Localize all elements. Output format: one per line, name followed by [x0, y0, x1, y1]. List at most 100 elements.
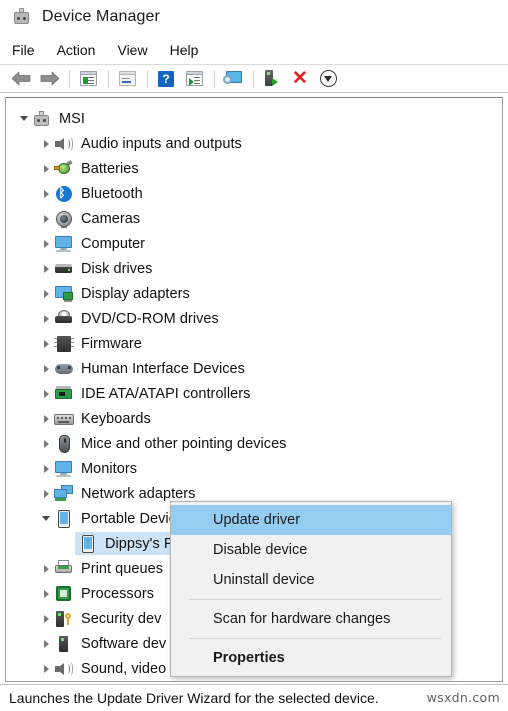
expand-chevron-down-icon[interactable] [16, 106, 32, 131]
expand-chevron-right-icon[interactable] [38, 156, 54, 181]
forward-arrow-icon [40, 71, 59, 86]
expand-chevron-right-icon[interactable] [38, 556, 54, 581]
expand-chevron-right-icon[interactable] [38, 431, 54, 456]
menu-item-action[interactable]: Action [57, 40, 107, 60]
uninstall-device-button[interactable]: ✕ [287, 67, 313, 91]
portable-device-icon [54, 509, 74, 528]
tree-item-bluetooth[interactable]: ᛒ Bluetooth [6, 181, 502, 206]
expand-chevron-right-icon[interactable] [38, 456, 54, 481]
expand-chevron-down-icon[interactable] [38, 506, 54, 531]
scan-hardware-changes-button[interactable] [220, 67, 246, 91]
context-menu-item-properties[interactable]: Properties [171, 643, 451, 673]
mouse-icon [54, 434, 74, 453]
sound-video-icon [54, 660, 74, 678]
context-menu-separator [189, 638, 441, 639]
tree-item-label: Audio inputs and outputs [81, 135, 242, 152]
security-device-icon [54, 610, 74, 628]
tree-item-ide-ata-atapi-controllers[interactable]: IDE ATA/ATAPI controllers [6, 381, 502, 406]
device-manager-icon [12, 8, 32, 26]
device-manager-window: Device Manager File Action View Help ? ✕… [0, 0, 508, 711]
expand-chevron-right-icon[interactable] [38, 206, 54, 231]
tree-item-dvd-cd-rom-drives[interactable]: DVD/CD-ROM drives [6, 306, 502, 331]
expand-chevron-right-icon[interactable] [38, 656, 54, 681]
toolbar: ? ✕ [0, 64, 508, 93]
speaker-icon [54, 135, 74, 153]
context-menu-item-scan-for-hardware-changes[interactable]: Scan for hardware changes [171, 604, 451, 634]
update-driver-icon [185, 71, 203, 86]
disk-drive-icon [54, 260, 74, 278]
tree-item-label: MSI [59, 110, 85, 127]
add-legacy-hardware-button[interactable] [259, 67, 285, 91]
tree-item-label: Sound, video [81, 660, 167, 677]
context-menu-label: Uninstall device [213, 572, 315, 588]
tree-item-label: Bluetooth [81, 185, 143, 202]
help-button[interactable]: ? [153, 67, 179, 91]
tree-item-msi[interactable]: MSI [6, 106, 502, 131]
context-menu-label: Update driver [213, 512, 301, 528]
disable-device-button[interactable] [315, 67, 341, 91]
expand-chevron-right-icon[interactable] [38, 631, 54, 656]
tree-item-cameras[interactable]: Cameras [6, 206, 502, 231]
tree-item-audio-inputs-and-outputs[interactable]: Audio inputs and outputs [6, 131, 502, 156]
show-hide-console-tree-button[interactable] [75, 67, 101, 91]
expand-chevron-right-icon[interactable] [38, 381, 54, 406]
console-tree-icon [79, 71, 97, 86]
tree-item-firmware[interactable]: Firmware [6, 331, 502, 356]
tree-item-disk-drives[interactable]: Disk drives [6, 256, 502, 281]
bluetooth-icon: ᛒ [54, 185, 74, 203]
tree-item-label: Monitors [81, 460, 137, 477]
menu-item-view[interactable]: View [117, 40, 158, 60]
display-adapter-icon [54, 285, 74, 303]
expand-chevron-right-icon[interactable] [38, 481, 54, 506]
expand-chevron-right-icon[interactable] [38, 281, 54, 306]
tree-item-display-adapters[interactable]: Display adapters [6, 281, 502, 306]
software-device-icon [54, 635, 74, 653]
tree-item-human-interface-devices[interactable]: Human Interface Devices [6, 356, 502, 381]
tree-item-label: Firmware [81, 335, 142, 352]
tree-item-label: IDE ATA/ATAPI controllers [81, 385, 251, 402]
expand-chevron-right-icon[interactable] [38, 356, 54, 381]
status-bar-text: Launches the Update Driver Wizard for th… [9, 690, 379, 706]
expand-chevron-right-icon[interactable] [38, 306, 54, 331]
expand-chevron-right-icon[interactable] [38, 581, 54, 606]
context-menu: Update driver Disable device Uninstall d… [170, 501, 452, 677]
menu-item-help[interactable]: Help [170, 40, 210, 60]
properties-button[interactable] [114, 67, 140, 91]
forward-button[interactable] [36, 67, 62, 91]
tree-item-label: Disk drives [81, 260, 153, 277]
title-bar: Device Manager [0, 0, 508, 34]
tree-item-keyboards[interactable]: Keyboards [6, 406, 502, 431]
expand-chevron-right-icon[interactable] [38, 406, 54, 431]
expand-chevron-right-icon[interactable] [38, 231, 54, 256]
context-menu-item-update-driver[interactable]: Update driver [171, 505, 451, 535]
toolbar-separator-5 [253, 69, 254, 88]
back-button[interactable] [8, 67, 34, 91]
expand-chevron-right-icon[interactable] [38, 606, 54, 631]
tree-item-monitors[interactable]: Monitors [6, 456, 502, 481]
expand-chevron-right-icon[interactable] [38, 681, 54, 682]
expand-chevron-right-icon[interactable] [38, 131, 54, 156]
tree-item-computer[interactable]: Computer [6, 231, 502, 256]
expand-chevron-right-icon[interactable] [38, 181, 54, 206]
monitor-icon [54, 235, 74, 253]
expand-chevron-right-icon[interactable] [38, 256, 54, 281]
expand-chevron-right-icon[interactable] [38, 331, 54, 356]
toolbar-separator-3 [147, 69, 148, 88]
printer-icon [54, 559, 74, 578]
device-tree-pane[interactable]: MSI Audio inputs and outputs Batteries ᛒ… [5, 97, 503, 682]
tree-item-label: DVD/CD-ROM drives [81, 310, 219, 327]
watermark: wsxdn.com [426, 690, 500, 705]
ide-controller-icon [54, 385, 74, 403]
back-arrow-icon [11, 71, 30, 86]
menu-item-file[interactable]: File [12, 40, 46, 60]
tree-item-batteries[interactable]: Batteries [6, 156, 502, 181]
tree-item-mice-and-other-pointing-devices[interactable]: Mice and other pointing devices [6, 431, 502, 456]
question-mark-icon: ? [158, 70, 174, 87]
update-driver-button[interactable] [181, 67, 207, 91]
context-menu-item-disable-device[interactable]: Disable device [171, 535, 451, 565]
context-menu-label: Disable device [213, 542, 308, 558]
tree-item-storage-controllers[interactable]: Storage cont [6, 681, 502, 682]
context-menu-label: Properties [213, 650, 285, 666]
toolbar-separator-1 [69, 69, 70, 88]
context-menu-item-uninstall-device[interactable]: Uninstall device [171, 565, 451, 595]
